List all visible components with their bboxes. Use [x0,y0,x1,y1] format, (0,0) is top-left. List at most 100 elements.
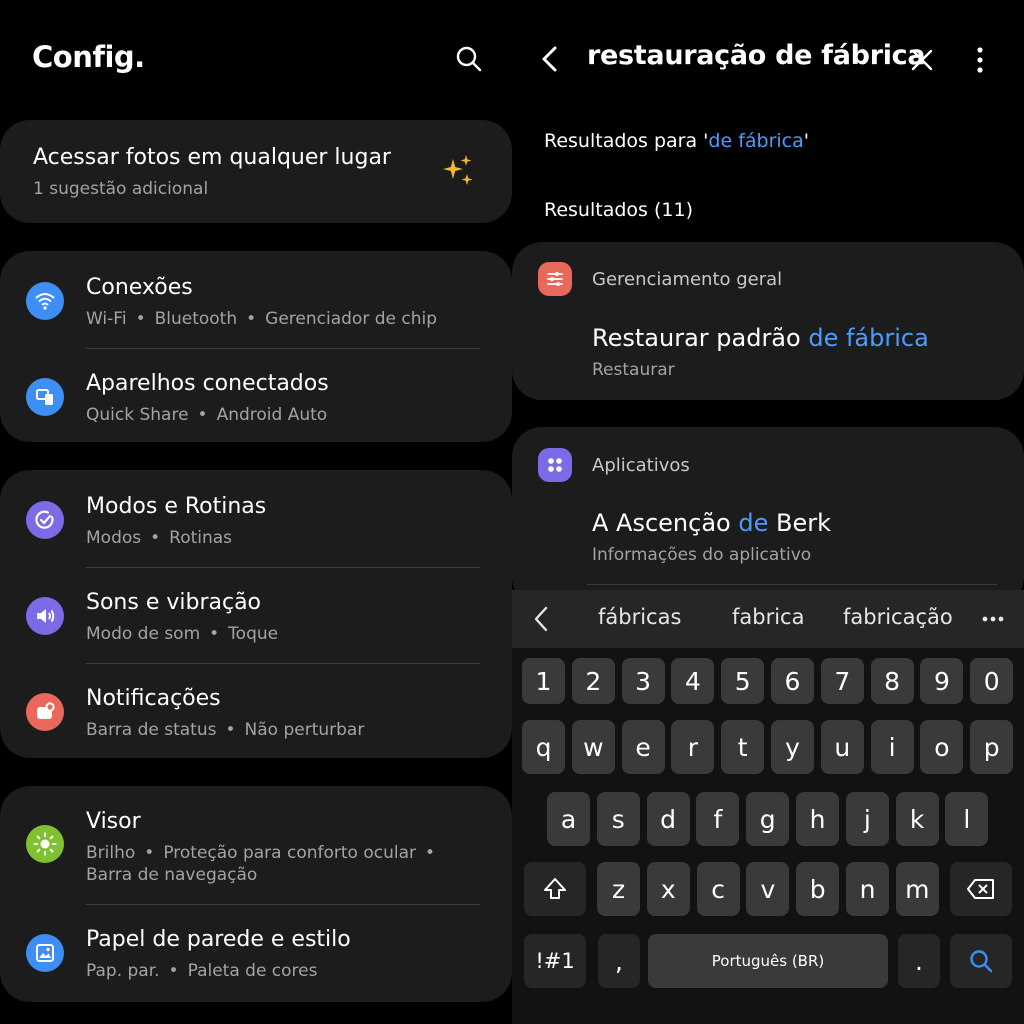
settings-item-modos[interactable]: Modos e Rotinas Modos • Rotinas [0,472,512,568]
settings-item-subtitle-line2: Barra de navegação [86,865,258,885]
suggestion-card[interactable] [0,120,512,223]
key-e[interactable]: e [621,720,665,774]
settings-item-aparelhos[interactable]: Aparelhos conectados Quick Share • Android… [0,349,512,445]
suggestion-title: Acessar fotos em qualquer lugar [33,145,391,170]
key-6[interactable]: 6 [771,658,814,704]
keyboard-suggestion-bar: fábricas fabrica fabricação [512,590,1024,648]
key-q[interactable]: q [522,720,565,774]
key-b[interactable]: b [796,862,840,916]
suggestion-word[interactable]: fábricas [598,605,681,629]
check-circle-icon [26,501,64,539]
space-key[interactable]: Português (BR) [648,934,888,988]
settings-item-subtitle: Modos • Rotinas [86,528,233,548]
settings-item-subtitle: Modo de som • Toque [86,624,279,644]
results-for-label: Resultados para 'de fábrica' [544,130,810,152]
key-v[interactable]: v [746,862,790,916]
settings-item-title: Aparelhos conectados [86,371,329,396]
settings-pane: Config. Acessar fotos em qualquer lugar … [0,0,512,1024]
key-y[interactable]: y [771,720,814,774]
back-arrow-icon[interactable] [538,44,562,74]
divider [587,584,997,585]
key-g[interactable]: g [746,792,790,846]
key-n[interactable]: n [846,862,889,916]
key-o[interactable]: o [920,720,964,774]
more-options-icon[interactable] [972,46,988,74]
key-a[interactable]: a [547,792,590,846]
page-title: Config. [32,40,145,74]
key-l[interactable]: l [945,792,989,846]
apps-icon [538,448,572,482]
search-pane: restauração de fábrica Resultados para '… [512,0,1024,1024]
key-w[interactable]: w [571,720,615,774]
symbols-key[interactable]: !#1 [524,934,586,988]
key-s[interactable]: s [596,792,640,846]
period-key[interactable]: . [898,934,940,988]
settings-item-subtitle: Quick Share • Android Auto [86,405,328,425]
result-card-gerenciamento[interactable]: Gerenciamento geral Restaurar padrão de … [512,242,1024,400]
search-icon[interactable] [454,44,484,74]
settings-item-title: Modos e Rotinas [86,494,267,519]
settings-item-subtitle: Wi-Fi • Bluetooth • Gerenciador de chip [86,309,437,329]
settings-item-title: Sons e vibração [86,590,262,615]
comma-key[interactable]: , [598,934,640,988]
shift-key[interactable] [524,862,586,916]
key-5[interactable]: 5 [721,658,765,704]
category-label: Aplicativos [592,455,690,476]
key-2[interactable]: 2 [571,658,615,704]
category-label: Gerenciamento geral [592,269,783,290]
sparkle-icon [443,155,473,185]
key-0[interactable]: 0 [970,658,1014,704]
key-h[interactable]: h [796,792,839,846]
result-subtitle: Restaurar [592,360,675,380]
key-1[interactable]: 1 [522,658,565,704]
settings-item-notificacoes[interactable]: Notificações Barra de status • Não perturb… [0,664,512,760]
backspace-key[interactable] [950,862,1012,916]
key-k[interactable]: k [895,792,939,846]
settings-item-visor[interactable]: Visor Brilho • Proteção para conforto ocul… [0,787,512,905]
bell-icon [26,693,64,731]
key-p[interactable]: p [970,720,1014,774]
key-j[interactable]: j [845,792,889,846]
result-title: Restaurar padrão de fábrica [592,324,929,352]
suggestion-word[interactable]: fabricação [843,605,953,629]
result-card-aplicativos[interactable]: Aplicativos A Ascenção de Berk Informaçõ… [512,427,1024,607]
search-input[interactable]: restauração de fábrica [587,40,926,71]
chevron-left-icon[interactable] [533,606,549,632]
suggestion-word[interactable]: fabrica [732,605,804,629]
key-c[interactable]: c [696,862,740,916]
settings-item-subtitle: Barra de status • Não perturbar [86,720,365,740]
keyboard: 1234567890 qwertyuiop asdfghjkl zxcvbnm !#1… [512,648,1024,1024]
key-z[interactable]: z [597,862,640,916]
key-r[interactable]: r [671,720,715,774]
result-title: A Ascenção de Berk [592,509,831,537]
settings-item-subtitle: Brilho • Proteção para conforto ocular • [86,843,436,863]
suggestion-subtitle: 1 sugestão adicional [33,179,209,199]
key-3[interactable]: 3 [621,658,665,704]
settings-item-title: Conexões [86,275,193,300]
settings-item-sons[interactable]: Sons e vibração Modo de som • Toque [0,568,512,664]
key-4[interactable]: 4 [671,658,715,704]
key-f[interactable]: f [696,792,740,846]
more-suggestions-icon[interactable] [982,616,1004,622]
settings-item-title: Visor [86,809,141,834]
search-key[interactable] [950,934,1012,988]
key-i[interactable]: i [870,720,914,774]
key-m[interactable]: m [895,862,939,916]
key-9[interactable]: 9 [920,658,964,704]
key-d[interactable]: d [646,792,690,846]
sliders-icon [538,262,572,296]
key-t[interactable]: t [721,720,765,774]
wifi-icon [26,282,64,320]
key-u[interactable]: u [820,720,864,774]
settings-item-title: Notificações [86,686,221,711]
result-subtitle: Informações do aplicativo [592,545,812,565]
key-7[interactable]: 7 [820,658,864,704]
settings-item-conexoes[interactable]: Conexões Wi-Fi • Bluetooth • Gerenciador de … [0,253,512,349]
settings-item-title: Papel de parede e estilo [86,927,351,952]
settings-item-papel-de-parede[interactable]: Papel de parede e estilo Pap. par. • Palet… [0,905,512,1001]
sun-icon [26,825,64,863]
settings-item-subtitle: Pap. par. • Paleta de cores [86,961,318,981]
key-8[interactable]: 8 [870,658,914,704]
close-icon[interactable] [909,47,935,73]
key-x[interactable]: x [646,862,690,916]
